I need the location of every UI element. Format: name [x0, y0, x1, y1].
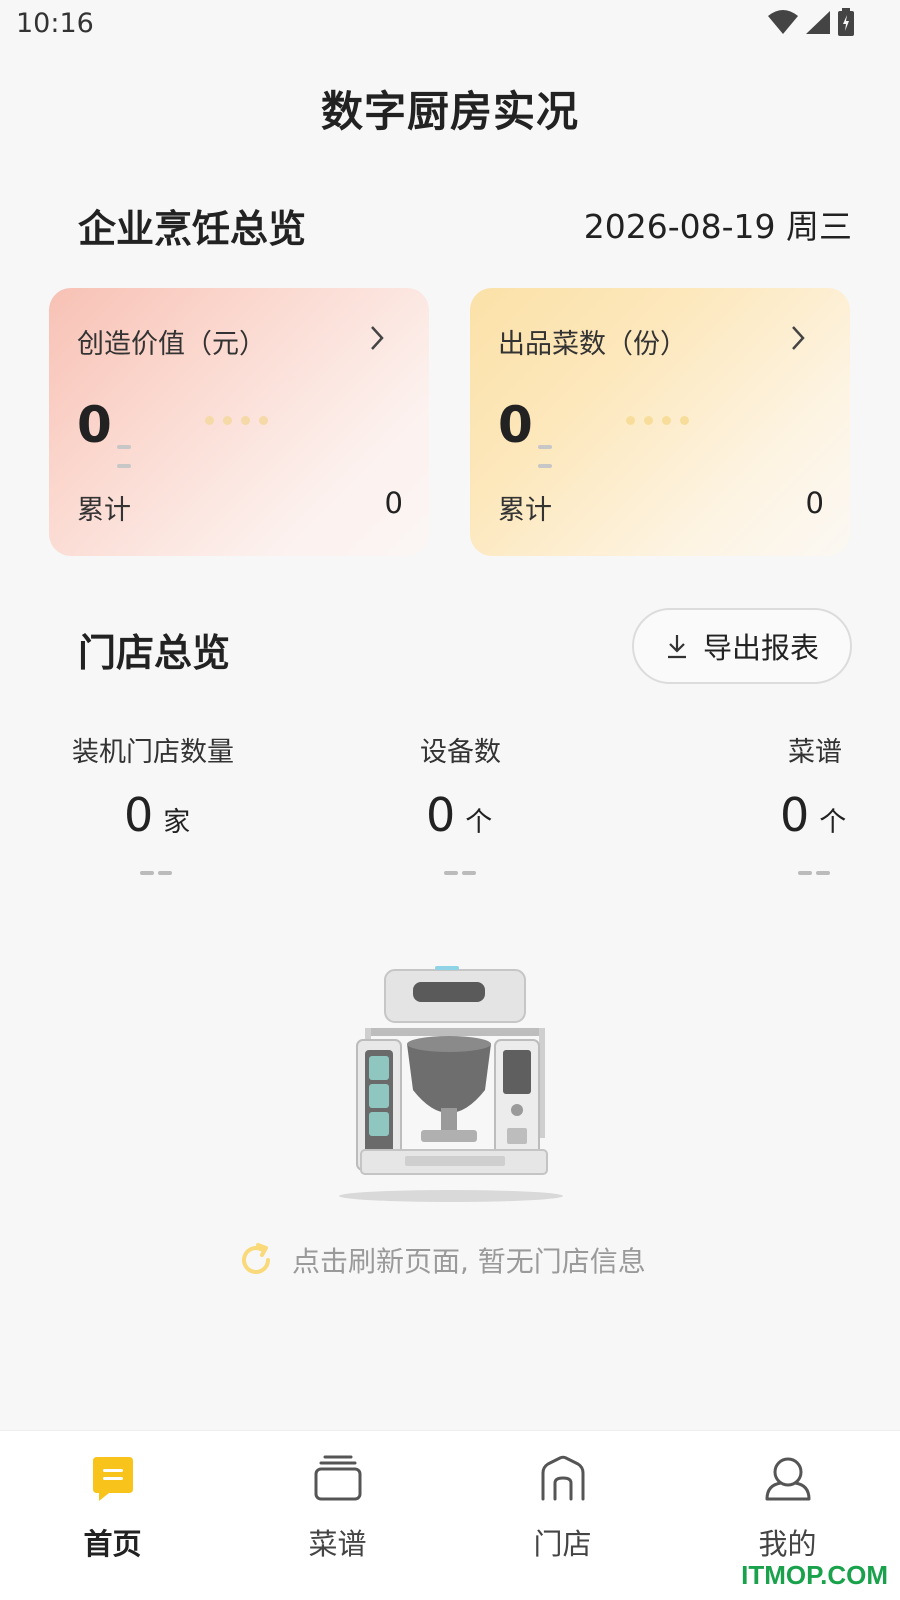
page-title: 数字厨房实况	[320, 87, 579, 136]
date-label: 2026-08-19 周三	[583, 207, 852, 246]
metric-recipes: 菜谱 0个	[780, 730, 846, 875]
metric-installed-stores: 装机门店数量 0家	[72, 730, 234, 875]
signal-icon	[806, 11, 830, 34]
tab-label: 我的	[758, 1527, 817, 1561]
chevron-right-icon	[792, 326, 805, 350]
loading-dots	[626, 416, 689, 425]
cooking-machine-illustration	[339, 966, 563, 1202]
trend-dash	[444, 860, 480, 879]
wifi-icon	[768, 10, 798, 34]
card-value: 0	[498, 396, 533, 454]
status-bar: 10:16	[0, 0, 900, 50]
store-icon	[541, 1455, 584, 1501]
metric-label: 设备数	[420, 737, 501, 768]
metric-value: 0个	[780, 788, 846, 842]
metric-number: 0	[426, 788, 456, 842]
trend-dash	[117, 434, 151, 468]
export-report-label: 导出报表	[702, 631, 819, 665]
profile-icon	[765, 1457, 810, 1501]
tab-home[interactable]: 首页	[0, 1431, 225, 1600]
trend-dash	[140, 860, 176, 879]
metric-unit: 家	[163, 807, 191, 838]
trend-dash	[538, 434, 572, 468]
trend-dash	[798, 860, 834, 879]
metric-value: 0家	[124, 788, 190, 842]
metric-value: 0个	[426, 788, 492, 842]
store-overview-title: 门店总览	[78, 631, 231, 675]
recipe-icon	[314, 1455, 361, 1501]
download-icon	[667, 635, 686, 659]
metric-label: 装机门店数量	[72, 737, 234, 768]
home-icon	[92, 1457, 133, 1501]
card-label: 出品菜数（份）	[498, 329, 687, 360]
status-time: 10:16	[16, 8, 94, 39]
status-icons	[768, 8, 854, 36]
tab-label: 门店	[533, 1527, 592, 1561]
metric-device-count: 设备数 0个	[420, 730, 501, 875]
refresh-icon	[242, 1243, 270, 1274]
metric-number: 0	[780, 788, 810, 842]
value-created-card[interactable]: 创造价值（元） 0 累计 0	[49, 288, 429, 556]
metric-unit: 个	[819, 807, 847, 838]
enterprise-overview-title: 企业烹饪总览	[78, 207, 307, 251]
export-report-button[interactable]: 导出报表	[632, 608, 852, 684]
loading-dots	[205, 416, 268, 425]
card-label: 创造价值（元）	[77, 329, 266, 360]
tab-label: 菜谱	[308, 1527, 367, 1561]
cumulative-label: 累计	[498, 495, 552, 526]
battery-icon	[838, 8, 854, 36]
dishes-produced-card[interactable]: 出品菜数（份） 0 累计 0	[470, 288, 850, 556]
tab-store[interactable]: 门店	[450, 1431, 675, 1600]
tab-recipe[interactable]: 菜谱	[225, 1431, 450, 1600]
empty-state-text: 点击刷新页面, 暂无门店信息	[292, 1245, 646, 1278]
metric-number: 0	[124, 788, 154, 842]
watermark: ITMOP.COM	[741, 1560, 888, 1590]
metric-label: 菜谱	[788, 737, 842, 768]
tab-label: 首页	[83, 1527, 142, 1561]
chevron-right-icon	[371, 326, 384, 350]
metric-unit: 个	[465, 807, 493, 838]
cumulative-label: 累计	[77, 495, 131, 526]
refresh-empty-state[interactable]: 点击刷新页面, 暂无门店信息	[238, 1240, 646, 1280]
card-value: 0	[77, 396, 112, 454]
cumulative-value: 0	[805, 486, 824, 520]
cumulative-value: 0	[384, 486, 403, 520]
